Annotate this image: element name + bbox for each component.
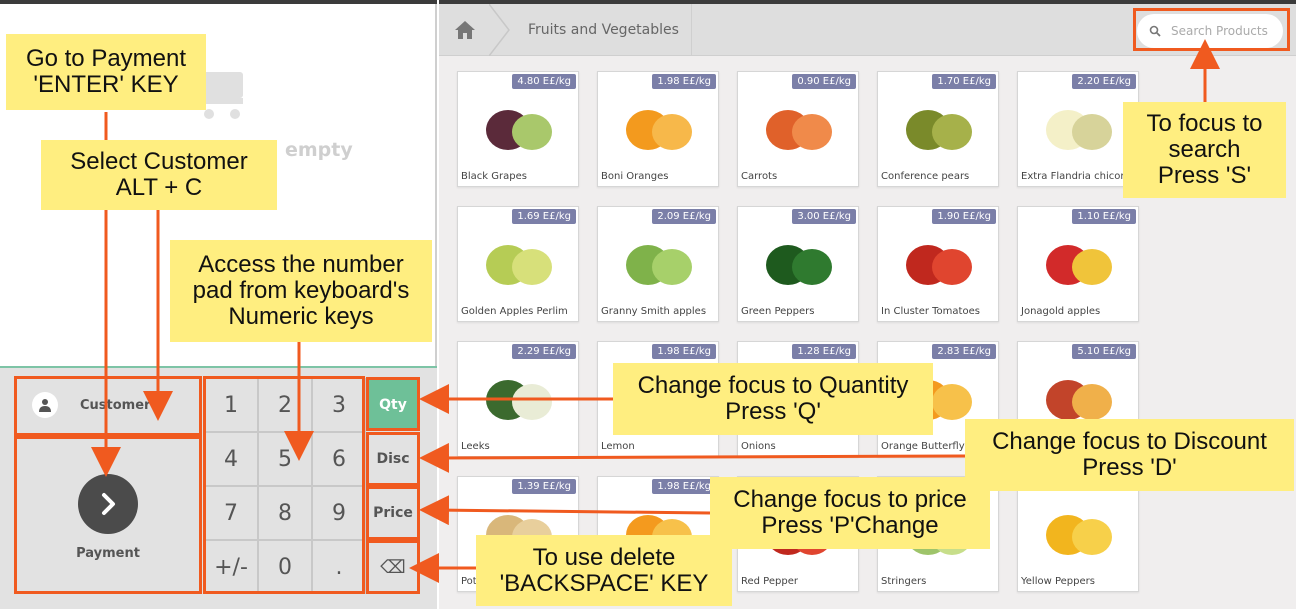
breadcrumb-separator-icon (489, 4, 510, 56)
product-card-yellow-peppers[interactable]: Yellow Peppers (1017, 476, 1139, 592)
product-card-granny-smith-apples[interactable]: 2.09 E£/kg Granny Smith apples (597, 206, 719, 322)
product-name: Lemon (601, 441, 635, 452)
disc-highlight (366, 432, 420, 486)
backspace-shortcut-note: To use delete 'BACKSPACE' KEY (476, 535, 732, 606)
product-card-leeks[interactable]: 2.29 E£/kg Leeks (457, 341, 579, 457)
product-name: Extra Flandria chicory (1021, 171, 1131, 182)
empty-order-text: empty (285, 139, 353, 161)
product-card-jonagold-apples[interactable]: 1.10 E£/kg Jonagold apples (1017, 206, 1139, 322)
product-image (626, 110, 692, 150)
product-image (1046, 515, 1112, 555)
product-image (906, 110, 972, 150)
product-image (486, 110, 552, 150)
price-tag: 2.09 E£/kg (652, 209, 716, 224)
product-name: Black Grapes (461, 171, 527, 182)
price-tag: 1.10 E£/kg (1072, 209, 1136, 224)
product-name: Granny Smith apples (601, 306, 707, 317)
product-card-extra-flandria-chicory[interactable]: 2.20 E£/kg Extra Flandria chicory (1017, 71, 1139, 187)
product-name: Jonagold apples (1021, 306, 1101, 317)
home-button[interactable] (439, 4, 491, 56)
product-image (1046, 110, 1112, 150)
price-tag: 5.10 E£/kg (1072, 344, 1136, 359)
product-name: Carrots (741, 171, 778, 182)
product-name: Stringers (881, 576, 927, 587)
customer-highlight (14, 376, 202, 436)
left-top-bar (0, 0, 437, 4)
price-tag: 2.83 E£/kg (932, 344, 996, 359)
disc-shortcut-note: Change focus to Discount Press 'D' (965, 419, 1294, 491)
product-name: Boni Oranges (601, 171, 669, 182)
product-image (486, 245, 552, 285)
numpad-highlight (203, 376, 365, 594)
product-image (626, 245, 692, 285)
price-tag: 1.90 E£/kg (932, 209, 996, 224)
price-tag: 1.98 E£/kg (652, 74, 716, 89)
product-name: Leeks (461, 441, 490, 452)
product-card-conference-pears[interactable]: 1.70 E£/kg Conference pears (877, 71, 999, 187)
product-card-carrots[interactable]: 0.90 E£/kg Carrots (737, 71, 859, 187)
qty-highlight (366, 377, 420, 431)
price-tag: 1.39 E£/kg (512, 479, 576, 494)
price-highlight (366, 486, 420, 540)
payment-highlight (14, 436, 202, 594)
price-tag: 4.80 E£/kg (512, 74, 576, 89)
qty-shortcut-note: Change focus to Quantity Press 'Q' (613, 363, 933, 435)
price-tag: 3.00 E£/kg (792, 209, 856, 224)
search-highlight (1133, 8, 1290, 51)
product-card-in-cluster-tomatoes[interactable]: 1.90 E£/kg In Cluster Tomatoes (877, 206, 999, 322)
product-name: In Cluster Tomatoes (881, 306, 980, 317)
product-card-green-peppers[interactable]: 3.00 E£/kg Green Peppers (737, 206, 859, 322)
price-tag: 2.20 E£/kg (1072, 74, 1136, 89)
product-image (486, 380, 552, 420)
price-tag: 1.98 E£/kg (652, 479, 716, 494)
price-tag: 0.90 E£/kg (792, 74, 856, 89)
product-name: Onions (741, 441, 776, 452)
product-card-golden-apples-perlim[interactable]: 1.69 E£/kg Golden Apples Perlim (457, 206, 579, 322)
product-name: Pot (461, 576, 477, 587)
product-name: Green Peppers (741, 306, 815, 317)
product-image (1046, 245, 1112, 285)
price-tag: 1.28 E£/kg (792, 344, 856, 359)
product-image (906, 245, 972, 285)
search-shortcut-note: To focus to search Press 'S' (1123, 102, 1286, 198)
product-card-boni-oranges[interactable]: 1.98 E£/kg Boni Oranges (597, 71, 719, 187)
price-tag: 2.29 E£/kg (512, 344, 576, 359)
product-name: Orange Butterfly (881, 441, 965, 452)
product-image (766, 245, 832, 285)
price-tag: 1.69 E£/kg (512, 209, 576, 224)
product-name: Red Pepper (741, 576, 798, 587)
breadcrumb-fruits-and-vegetables[interactable]: Fruits and Vegetables (511, 4, 692, 56)
product-name: Conference pears (881, 171, 970, 182)
price-shortcut-note: Change focus to price Press 'P'Change (710, 477, 990, 549)
product-name: Golden Apples Perlim (461, 306, 568, 317)
price-tag: 1.98 E£/kg (652, 344, 716, 359)
product-image (766, 110, 832, 150)
backspace-highlight (366, 540, 420, 594)
payment-shortcut-note: Go to Payment 'ENTER' KEY (6, 34, 206, 110)
customer-shortcut-note: Select Customer ALT + C (41, 140, 277, 210)
numpad-shortcut-note: Access the number pad from keyboard's Nu… (170, 240, 432, 342)
home-icon (455, 21, 475, 39)
price-tag: 1.70 E£/kg (932, 74, 996, 89)
product-name: Yellow Peppers (1021, 576, 1095, 587)
product-card-black-grapes[interactable]: 4.80 E£/kg Black Grapes (457, 71, 579, 187)
